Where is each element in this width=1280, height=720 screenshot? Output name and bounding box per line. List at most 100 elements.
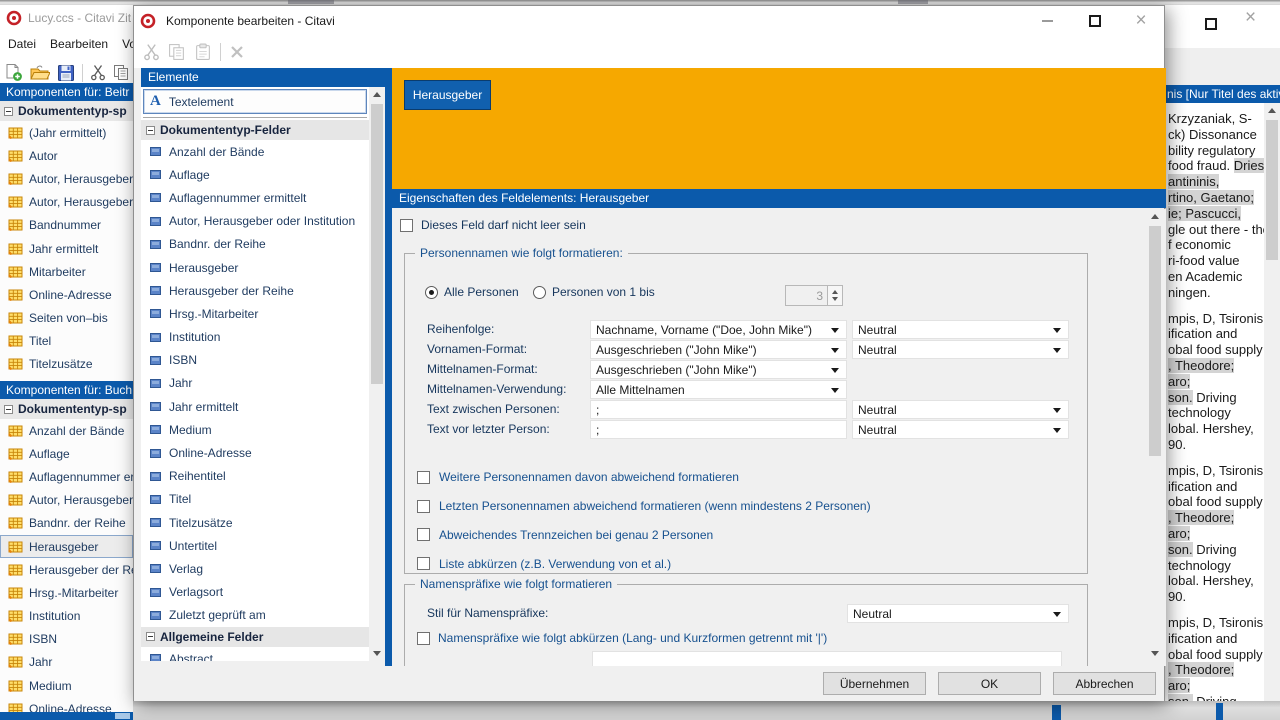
- component-item[interactable]: Autor, Herausgeber o: [0, 489, 133, 512]
- element-field[interactable]: Auflage: [141, 163, 369, 186]
- component-item[interactable]: Institution: [0, 605, 133, 628]
- element-field[interactable]: Titel: [141, 488, 369, 511]
- component-item[interactable]: Bandnummer: [0, 214, 133, 237]
- component-item[interactable]: Jahr: [0, 651, 133, 674]
- value-combobox[interactable]: ;: [590, 400, 847, 419]
- component-item[interactable]: Titelzusätze: [0, 353, 133, 376]
- component-item[interactable]: Seiten von–bis: [0, 307, 133, 330]
- person-count-stepper[interactable]: 3: [785, 285, 843, 306]
- component-item[interactable]: Herausgeber: [0, 535, 133, 558]
- component-item[interactable]: Herausgeber der Reih: [0, 558, 133, 581]
- element-field[interactable]: Autor, Herausgeber oder Institution: [141, 210, 369, 233]
- maximize-button[interactable]: [1205, 18, 1217, 30]
- scroll-down-button[interactable]: [1147, 646, 1163, 661]
- option-checkbox[interactable]: [417, 471, 430, 484]
- prefix-style-combobox[interactable]: Neutral: [847, 604, 1069, 623]
- component-item[interactable]: Autor: [0, 144, 133, 167]
- new-document-icon[interactable]: [4, 63, 23, 82]
- component-item[interactable]: Online-Adresse: [0, 697, 133, 712]
- value-combobox[interactable]: Ausgeschrieben ("John Mike"): [590, 340, 847, 359]
- delete-icon[interactable]: [229, 44, 245, 60]
- open-folder-icon[interactable]: [30, 64, 50, 81]
- radio-icon[interactable]: [425, 286, 438, 299]
- ok-button[interactable]: OK: [938, 672, 1041, 695]
- menu-bearbeiten[interactable]: Bearbeiten: [50, 37, 108, 51]
- not-empty-checkbox[interactable]: [400, 219, 413, 232]
- value-combobox[interactable]: Alle Mittelnamen: [590, 380, 847, 399]
- component-item[interactable]: Autor, Herausgeber o: [0, 191, 133, 214]
- element-field[interactable]: ISBN: [141, 349, 369, 372]
- group-allgemeine-felder[interactable]: Allgemeine Felder: [141, 627, 369, 647]
- menu-vorlage[interactable]: Vorl: [122, 37, 133, 51]
- option-checkbox[interactable]: [417, 557, 430, 570]
- component-item[interactable]: Auflage: [0, 442, 133, 465]
- element-field[interactable]: Online-Adresse: [141, 441, 369, 464]
- cut-icon[interactable]: [90, 64, 106, 81]
- element-field[interactable]: Untertitel: [141, 534, 369, 557]
- value-combobox[interactable]: Ausgeschrieben ("John Mike"): [590, 360, 847, 379]
- scrollbar[interactable]: [369, 87, 385, 661]
- abbrev-list-input[interactable]: [592, 651, 1062, 666]
- maximize-button[interactable]: [1078, 6, 1112, 35]
- component-item[interactable]: Online-Adresse: [0, 283, 133, 306]
- scroll-up-button[interactable]: [1264, 103, 1280, 118]
- element-field[interactable]: Verlagsort: [141, 581, 369, 604]
- save-icon[interactable]: [57, 64, 75, 82]
- cut-icon[interactable]: [143, 43, 160, 61]
- element-field[interactable]: Institution: [141, 326, 369, 349]
- scrollbar-thumb[interactable]: [1149, 226, 1161, 456]
- abbrev-checkbox[interactable]: [417, 632, 430, 645]
- scroll-down-button[interactable]: [369, 646, 385, 661]
- copy-icon[interactable]: [113, 64, 130, 81]
- collapse-minus-icon[interactable]: [4, 107, 13, 116]
- component-item[interactable]: Medium: [0, 674, 133, 697]
- element-field[interactable]: Herausgeber der Reihe: [141, 279, 369, 302]
- paste-icon[interactable]: [194, 43, 212, 61]
- element-field[interactable]: Reihentitel: [141, 465, 369, 488]
- scroll-up-button[interactable]: [1147, 209, 1163, 224]
- style-combobox[interactable]: Neutral: [852, 400, 1069, 419]
- group-dokumententyp-felder[interactable]: Dokumententyp-Felder: [141, 120, 369, 140]
- element-field[interactable]: Jahr ermittelt: [141, 395, 369, 418]
- menu-datei[interactable]: Datei: [8, 37, 36, 51]
- radio-icon[interactable]: [533, 286, 546, 299]
- abbrechen-button[interactable]: Abbrechen: [1053, 672, 1156, 695]
- element-field[interactable]: Herausgeber: [141, 256, 369, 279]
- component-item[interactable]: Jahr ermittelt: [0, 237, 133, 260]
- element-field[interactable]: Abstract: [141, 647, 369, 661]
- style-combobox[interactable]: Neutral: [852, 340, 1069, 359]
- element-field[interactable]: Bandnr. der Reihe: [141, 233, 369, 256]
- scroll-up-button[interactable]: [369, 87, 385, 102]
- component-item[interactable]: Bandnr. der Reihe: [0, 512, 133, 535]
- option-checkbox[interactable]: [417, 500, 430, 513]
- element-field[interactable]: Hrsg.-Mitarbeiter: [141, 302, 369, 325]
- close-button[interactable]: ×: [1245, 8, 1256, 27]
- element-field[interactable]: Verlag: [141, 557, 369, 580]
- element-field[interactable]: Medium: [141, 418, 369, 441]
- sidebar-scroll-button[interactable]: [115, 713, 130, 719]
- scrollbar-thumb[interactable]: [1266, 120, 1278, 260]
- value-combobox[interactable]: Nachname, Vorname ("Doe, John Mike"): [590, 320, 847, 339]
- group-row-dokumententyp-buch[interactable]: Dokumententyp-sp: [0, 399, 133, 419]
- element-field[interactable]: Auflagennummer ermittelt: [141, 186, 369, 209]
- collapse-minus-icon[interactable]: [4, 405, 13, 414]
- component-item[interactable]: Anzahl der Bände: [0, 419, 133, 442]
- component-item[interactable]: ISBN: [0, 628, 133, 651]
- panel-splitter[interactable]: [385, 68, 392, 666]
- element-field[interactable]: Zuletzt geprüft am: [141, 604, 369, 627]
- stepper-arrows[interactable]: [827, 285, 843, 306]
- group-row-dokumententyp-beitrag[interactable]: Dokumententyp-sp: [0, 101, 133, 121]
- collapse-minus-icon[interactable]: [146, 632, 155, 641]
- collapse-minus-icon[interactable]: [146, 126, 155, 135]
- component-item[interactable]: (Jahr ermittelt): [0, 121, 133, 144]
- style-combobox[interactable]: Neutral: [852, 320, 1069, 339]
- dialog-titlebar[interactable]: Komponente bearbeiten - Citavi ×: [134, 6, 1164, 36]
- radio-personen-von-bis[interactable]: Personen von 1 bis: [533, 285, 655, 299]
- element-field[interactable]: Anzahl der Bände: [141, 140, 369, 163]
- style-combobox[interactable]: Neutral: [852, 420, 1069, 439]
- option-checkbox[interactable]: [417, 528, 430, 541]
- radio-alle-personen[interactable]: Alle Personen: [425, 285, 519, 299]
- close-button[interactable]: ×: [1124, 6, 1158, 35]
- scrollbar[interactable]: [1264, 103, 1280, 720]
- element-field[interactable]: Jahr: [141, 372, 369, 395]
